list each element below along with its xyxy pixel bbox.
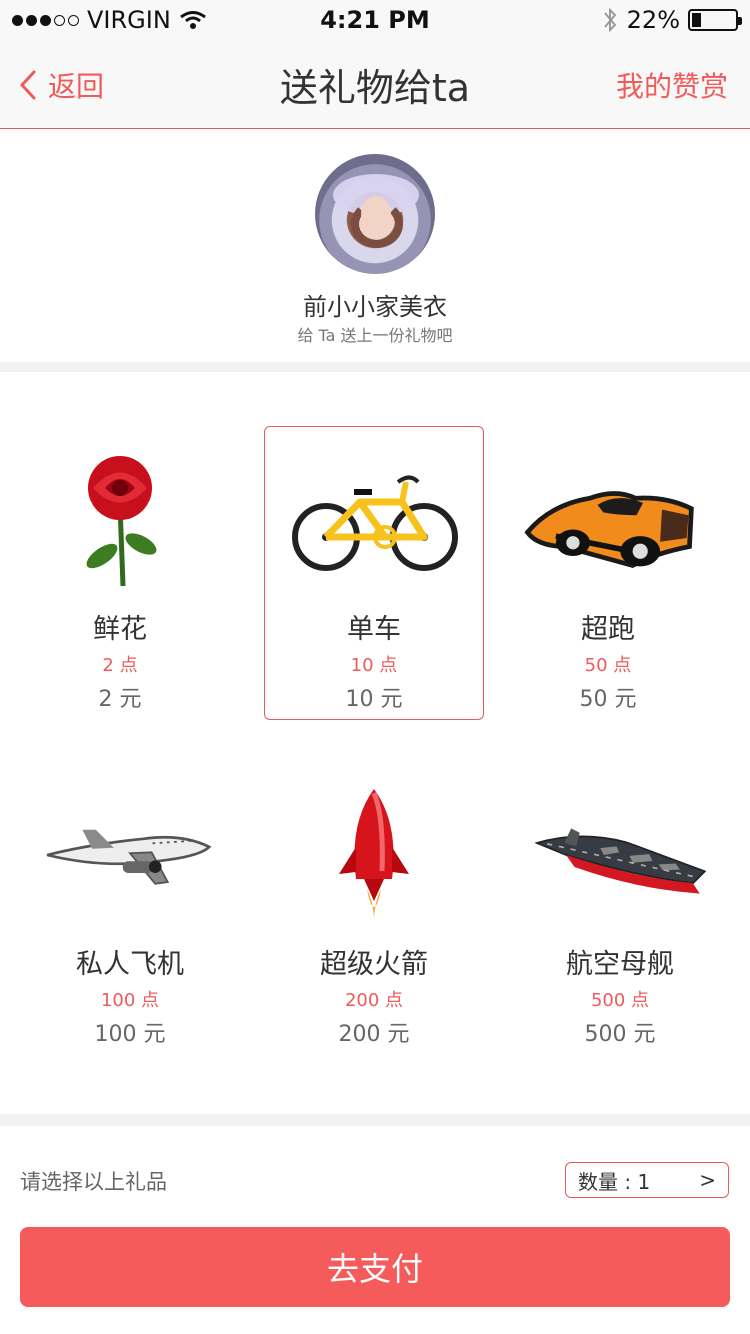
rose-icon: [30, 445, 210, 595]
quantity-selector[interactable]: 数量 : 1 >: [565, 1162, 729, 1198]
gift-points: 50 点: [584, 655, 632, 676]
chevron-left-icon: [19, 70, 36, 99]
battery-percentage: 22%: [626, 6, 680, 34]
recipient-name: 前小小家美衣: [303, 293, 447, 321]
signal-dot: [68, 14, 79, 26]
gift-price: 50 元: [579, 687, 637, 712]
selection-hint: 请选择以上礼品: [20, 1170, 167, 1194]
gift-prompt: 给 Ta 送上一份礼物吧: [297, 326, 453, 345]
gift-grid: 鲜花 2 点 2 元 单车 10 点 10 元 超跑 50 点 50 元 私人飞…: [0, 372, 750, 1114]
signal-dot: [40, 14, 51, 26]
gift-price: 2 元: [98, 687, 142, 712]
gift-price: 500 元: [584, 1022, 656, 1047]
gift-card-sports-car[interactable]: 超跑 50 点 50 元: [498, 427, 718, 721]
gift-card-rocket[interactable]: 超级火箭 200 点 200 元: [264, 762, 484, 1056]
recipient-profile: 前小小家美衣 给 Ta 送上一份礼物吧: [0, 129, 750, 362]
gift-points: 10 点: [350, 655, 398, 676]
gift-card-aircraft-carrier[interactable]: 航空母舰 500 点 500 元: [510, 762, 730, 1056]
back-label: 返回: [48, 69, 105, 103]
avatar[interactable]: [315, 154, 435, 274]
gift-price: 100 元: [94, 1022, 166, 1047]
avatar-face-detail: [361, 196, 391, 232]
gift-name: 私人飞机: [76, 949, 184, 980]
gift-price: 200 元: [338, 1022, 410, 1047]
airplane-icon: [40, 780, 220, 930]
gift-points: 200 点: [344, 990, 404, 1011]
signal-strength-icon: [12, 14, 79, 26]
gift-name: 航空母舰: [566, 949, 674, 980]
battery-icon: [688, 9, 742, 31]
bicycle-icon: [285, 445, 465, 595]
gift-name: 鲜花: [93, 614, 147, 645]
quantity-label: 数量 : 1: [578, 1169, 651, 1194]
gift-name: 超级火箭: [320, 949, 428, 980]
pay-button[interactable]: 去支付: [20, 1227, 730, 1307]
gift-points: 100 点: [100, 990, 160, 1011]
wifi-icon: [179, 11, 206, 29]
navigation-bar: 返回 送礼物给ta 我的赞赏: [0, 40, 750, 129]
my-appreciation-button[interactable]: 我的赞赏: [616, 40, 728, 129]
chevron-right-icon: >: [699, 1168, 716, 1192]
status-right: 22%: [601, 6, 742, 34]
sports-car-icon: [518, 445, 698, 595]
gift-card-flower[interactable]: 鲜花 2 点 2 元: [10, 427, 230, 721]
bluetooth-icon: [603, 7, 617, 33]
carrier-name: VIRGIN: [87, 6, 171, 34]
checkout-footer: 请选择以上礼品 数量 : 1 > 去支付: [0, 1126, 750, 1334]
gift-card-private-jet[interactable]: 私人飞机 100 点 100 元: [20, 762, 240, 1056]
signal-dot: [12, 14, 23, 26]
aircraft-carrier-icon: [530, 780, 710, 930]
back-button[interactable]: 返回: [18, 40, 104, 129]
gift-points: 500 点: [590, 990, 650, 1011]
signal-dot: [26, 14, 37, 26]
status-bar: VIRGIN 4:21 PM 22%: [0, 0, 750, 40]
rocket-icon: [284, 780, 464, 930]
gift-name: 单车: [347, 614, 401, 645]
gift-price: 10 元: [345, 687, 403, 712]
gift-points: 2 点: [102, 655, 138, 676]
battery-level: [692, 13, 702, 27]
gift-card-bicycle[interactable]: 单车 10 点 10 元: [264, 426, 484, 720]
signal-dot: [54, 14, 65, 26]
gift-name: 超跑: [581, 614, 635, 645]
status-left: VIRGIN: [12, 6, 207, 34]
